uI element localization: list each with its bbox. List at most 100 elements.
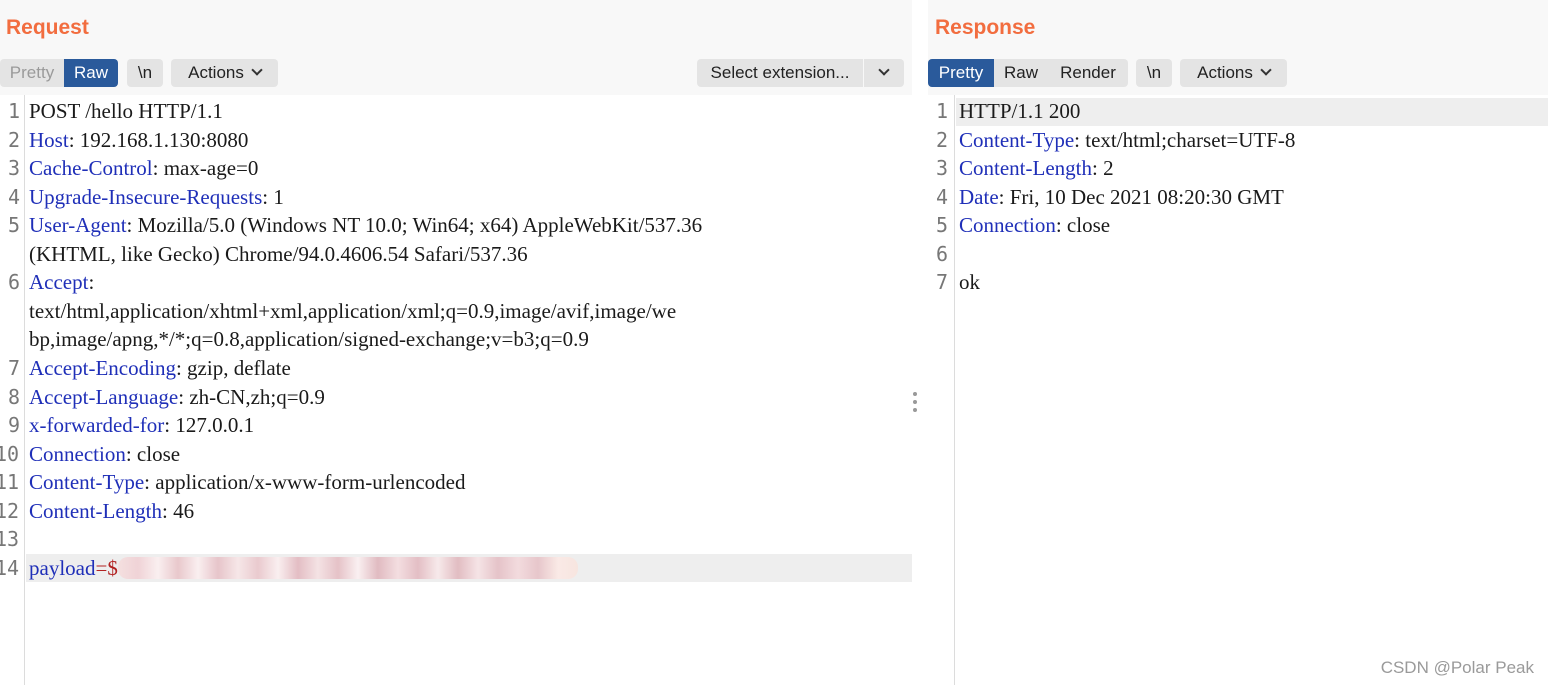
request-header: Request Pretty Raw \n Actions Select ext…: [0, 0, 912, 95]
body-line: payload=$: [29, 554, 578, 583]
line-number: 11: [0, 470, 20, 494]
gutter-divider: [24, 95, 25, 685]
header-line: Cache-Control: max-age=0: [29, 154, 258, 183]
line-number: 7: [7, 356, 20, 380]
request-editor[interactable]: 1 2 3 4 5 6 7 8 9 10 11 12 13 14 POST /h…: [0, 95, 912, 685]
line-number: 2: [935, 128, 948, 152]
request-actions-menu[interactable]: Actions: [171, 59, 278, 87]
response-header: Response Pretty Raw Render \n Actions: [928, 0, 1548, 95]
select-extension-dropdown[interactable]: Select extension...: [697, 59, 863, 87]
header-line: Date: Fri, 10 Dec 2021 08:20:30 GMT: [959, 183, 1284, 212]
request-line-text: POST /hello HTTP/1.1: [29, 99, 223, 123]
header-key: Date: [959, 185, 999, 209]
request-pretty-tab[interactable]: Pretty: [0, 59, 64, 87]
line-number: 6: [7, 270, 20, 294]
header-line: Content-Type: text/html;charset=UTF-8: [959, 126, 1295, 155]
splitter-dot: [913, 392, 917, 396]
param-equals: =: [95, 556, 108, 580]
header-key: User-Agent: [29, 213, 127, 237]
header-line: Connection: close: [959, 211, 1110, 240]
response-toolbar: Pretty Raw Render \n Actions: [928, 59, 1548, 87]
request-toolbar: Pretty Raw \n Actions Select extension..…: [0, 59, 912, 87]
response-editor[interactable]: 1 2 3 4 5 6 7 HTTP/1.1 200 Content-Type:…: [928, 95, 1548, 685]
header-line: Upgrade-Insecure-Requests: 1: [29, 183, 284, 212]
param-value-start: $: [107, 556, 118, 580]
line-number: 3: [7, 156, 20, 180]
select-extension-chevron[interactable]: [864, 59, 904, 87]
header-key: Host: [29, 128, 69, 152]
line-number: 10: [0, 442, 20, 466]
line-number: 5: [7, 213, 20, 237]
request-title: Request: [6, 16, 89, 39]
splitter-dot: [913, 400, 917, 404]
header-key: Content-Type: [959, 128, 1075, 152]
header-key: Accept-Encoding: [29, 356, 176, 380]
header-line: User-Agent: Mozilla/5.0 (Windows NT 10.0…: [29, 211, 702, 240]
line-number: 1: [935, 99, 948, 123]
response-pretty-tab[interactable]: Pretty: [928, 59, 994, 87]
response-actions-label: Actions: [1197, 63, 1253, 82]
header-line: x-forwarded-for: 127.0.0.1: [29, 411, 254, 440]
header-value: : close: [1055, 213, 1111, 237]
line-number: 12: [0, 499, 20, 523]
header-line: Connection: close: [29, 440, 180, 469]
header-line: Content-Length: 46: [29, 497, 194, 526]
request-actions-label: Actions: [188, 63, 244, 82]
header-value: : 127.0.0.1: [164, 413, 255, 437]
watermark: CSDN @Polar Peak: [1380, 658, 1534, 677]
header-key: x-forwarded-for: [29, 413, 165, 437]
line-number: 8: [7, 385, 20, 409]
line-number: 13: [0, 527, 20, 551]
header-value: : Fri, 10 Dec 2021 08:20:30 GMT: [998, 185, 1284, 209]
response-render-tab[interactable]: Render: [1048, 59, 1128, 87]
header-value: : application/x-www-form-urlencoded: [144, 470, 466, 494]
header-value: : close: [125, 442, 181, 466]
status-line: HTTP/1.1 200: [959, 97, 1080, 126]
header-continuation: (KHTML, like Gecko) Chrome/94.0.4606.54 …: [29, 242, 528, 266]
panel-splitter-handle[interactable]: [913, 392, 917, 416]
request-raw-tab[interactable]: Raw: [64, 59, 118, 87]
line-number: 7: [935, 270, 948, 294]
header-value: : 2: [1091, 156, 1114, 180]
header-value: :: [88, 270, 95, 294]
header-key: Content-Type: [29, 470, 145, 494]
header-key: Connection: [29, 442, 126, 466]
header-value: : zh-CN,zh;q=0.9: [178, 385, 325, 409]
header-key: Upgrade-Insecure-Requests: [29, 185, 263, 209]
header-value: : 46: [161, 499, 195, 523]
header-key: Accept: [29, 270, 89, 294]
request-line: POST /hello HTTP/1.1: [29, 97, 223, 126]
header-value: : Mozilla/5.0 (Windows NT 10.0; Win64; x…: [126, 213, 703, 237]
param-key: payload: [29, 556, 96, 580]
chevron-down-icon: [878, 64, 890, 76]
line-number: 1: [7, 99, 20, 123]
response-newline-toggle[interactable]: \n: [1136, 59, 1172, 87]
header-line: Content-Length: 2: [959, 154, 1114, 183]
header-key: Accept-Language: [29, 385, 179, 409]
redacted-payload: [117, 557, 578, 580]
chevron-down-icon: [1260, 64, 1272, 76]
line-number: 14: [0, 556, 20, 580]
chevron-down-icon: [251, 64, 263, 76]
body-line: ok: [959, 270, 980, 294]
header-value: : 1: [262, 185, 284, 209]
response-actions-menu[interactable]: Actions: [1180, 59, 1287, 87]
header-line: Host: 192.168.1.130:8080: [29, 126, 248, 155]
response-title: Response: [935, 16, 1036, 39]
header-value: : max-age=0: [152, 156, 259, 180]
response-panel: Response Pretty Raw Render \n Actions 1 …: [928, 0, 1548, 685]
gutter-divider: [954, 95, 955, 685]
line-number: 3: [935, 156, 948, 180]
line-number: 2: [7, 128, 20, 152]
response-raw-tab[interactable]: Raw: [994, 59, 1048, 87]
request-panel: Request Pretty Raw \n Actions Select ext…: [0, 0, 912, 685]
header-key: Cache-Control: [29, 156, 153, 180]
header-value: : text/html;charset=UTF-8: [1074, 128, 1296, 152]
header-line: Accept-Encoding: gzip, deflate: [29, 354, 291, 383]
header-continuation: bp,image/apng,*/*;q=0.8,application/sign…: [29, 327, 589, 351]
header-key: Content-Length: [29, 499, 162, 523]
request-newline-toggle[interactable]: \n: [127, 59, 163, 87]
header-value: : gzip, deflate: [175, 356, 291, 380]
header-continuation: text/html,application/xhtml+xml,applicat…: [29, 299, 677, 323]
splitter-dot: [913, 408, 917, 412]
